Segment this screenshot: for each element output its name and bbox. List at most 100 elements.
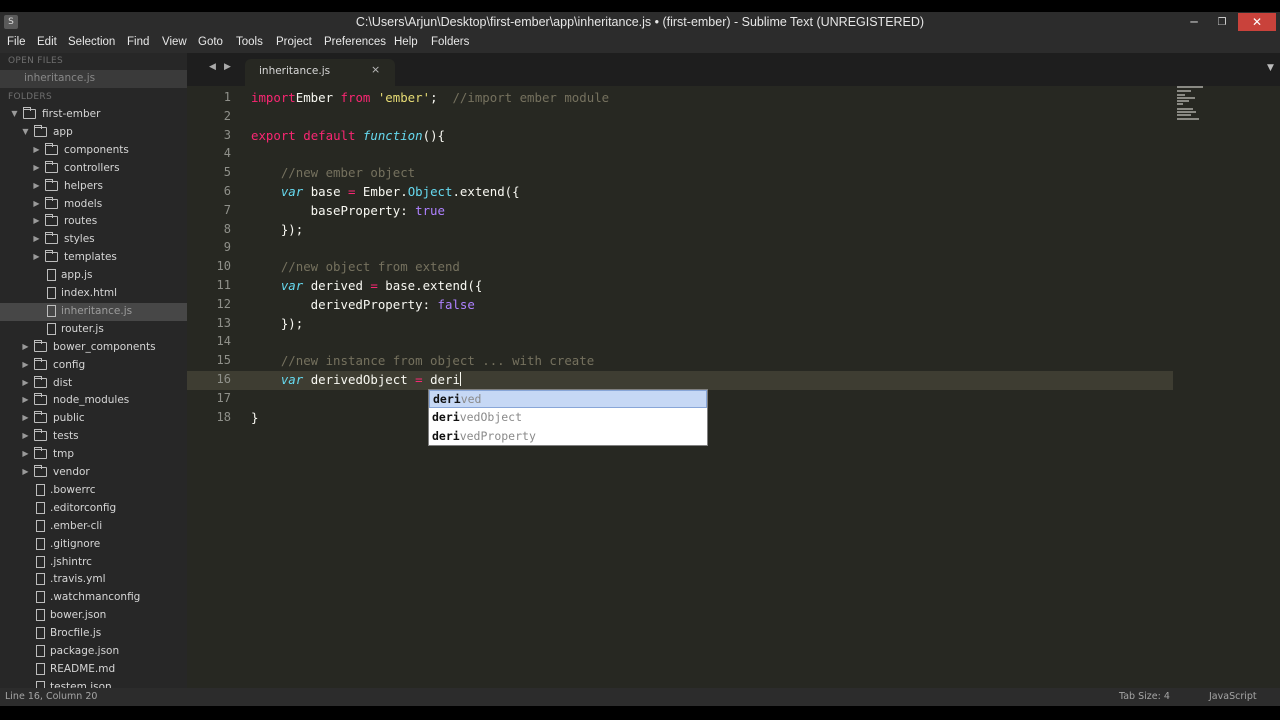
tree-item[interactable]: ▶ templates [0,249,187,267]
tree-item[interactable]: index.html [0,285,187,303]
tab-nav-left-icon[interactable]: ◀ [209,62,216,72]
tree-item[interactable]: ▶ components [0,142,187,160]
collapsed-arrow-icon[interactable]: ▶ [21,431,30,440]
collapsed-arrow-icon[interactable]: ▶ [32,199,41,208]
code-line[interactable]: 4 [187,145,1280,164]
tree-item[interactable]: ▶ routes [0,213,187,231]
tree-item[interactable]: inheritance.js [0,302,187,321]
code-area[interactable]: 1 importEmber from 'ember'; //import embe… [187,86,1280,688]
menu-project[interactable]: Project [276,36,312,48]
tree-item[interactable]: .jshintrc [0,554,187,572]
tree-item[interactable]: ▶ tmp [0,446,187,464]
code-line[interactable]: 3 export default function(){ [187,127,1280,146]
tree-item[interactable]: ▶ tests [0,428,187,446]
collapsed-arrow-icon[interactable]: ▶ [32,252,41,261]
tree-item[interactable]: ▶ public [0,410,187,428]
open-file-item[interactable]: inheritance.js [0,70,187,88]
menu-edit[interactable]: Edit [37,36,57,48]
tree-item[interactable]: Brocfile.js [0,625,187,643]
code-text: } [251,410,258,425]
menu-folders[interactable]: Folders [431,36,469,48]
expanded-arrow-icon[interactable]: ▼ [21,127,30,136]
code-line[interactable]: 2 [187,108,1280,127]
code-token: base [303,184,348,199]
code-line[interactable]: 12 derivedProperty: false [187,296,1280,315]
tree-item[interactable]: ▶ bower_components [0,339,187,357]
tree-item[interactable]: app.js [0,267,187,285]
code-line[interactable]: 5 //new ember object [187,164,1280,183]
expanded-arrow-icon[interactable]: ▼ [10,109,19,118]
tree-item[interactable]: ▼ app [0,124,187,142]
restore-button[interactable]: ❐ [1208,12,1236,33]
tree-item[interactable]: .travis.yml [0,571,187,589]
tree-item[interactable]: router.js [0,321,187,339]
tree-item[interactable]: .gitignore [0,536,187,554]
code-line[interactable]: 1 importEmber from 'ember'; //import embe… [187,89,1280,108]
code-line[interactable]: 14 [187,333,1280,352]
close-window-button[interactable]: ✕ [1238,13,1276,31]
tree-item-label: tests [53,430,79,443]
tab-close-icon[interactable]: × [371,63,380,76]
tree-item[interactable]: ▶ vendor [0,464,187,482]
tree-item[interactable]: package.json [0,643,187,661]
code-line[interactable]: 18} [187,409,1280,428]
menu-view[interactable]: View [162,36,187,48]
tree-item[interactable]: testem.json [0,679,187,688]
collapsed-arrow-icon[interactable]: ▶ [32,234,41,243]
code-line[interactable]: 16 var derivedObject = deri [187,371,1173,390]
tree-item[interactable]: .bowerrc [0,482,187,500]
code-line[interactable]: 17 [187,390,1280,409]
code-text: var derived = base.extend({ [251,278,482,293]
autocomplete-item[interactable]: derivedObject [429,409,707,427]
tree-item[interactable]: ▶ models [0,196,187,214]
code-line[interactable]: 13 }); [187,315,1280,334]
tree-item[interactable]: bower.json [0,607,187,625]
status-syntax[interactable]: JavaScript [1209,691,1257,702]
menu-goto[interactable]: Goto [198,36,223,48]
tab-nav-right-icon[interactable]: ▶ [224,62,231,72]
minimize-button[interactable]: ─ [1180,12,1208,33]
tree-item[interactable]: ▶ helpers [0,178,187,196]
collapsed-arrow-icon[interactable]: ▶ [21,378,30,387]
menu-find[interactable]: Find [127,36,149,48]
status-tab-size[interactable]: Tab Size: 4 [1119,691,1170,702]
menu-preferences[interactable]: Preferences [324,36,386,48]
code-line[interactable]: 15 //new instance from object ... with c… [187,352,1280,371]
tab-inheritance-js[interactable]: inheritance.js × [245,59,395,86]
tree-item[interactable]: .watchmanconfig [0,589,187,607]
autocomplete-item[interactable]: derived [429,390,707,408]
code-line[interactable]: 11 var derived = base.extend({ [187,277,1280,296]
menu-tools[interactable]: Tools [236,36,263,48]
tree-item[interactable]: .ember-cli [0,518,187,536]
collapsed-arrow-icon[interactable]: ▶ [32,216,41,225]
code-line[interactable]: 9 [187,239,1280,258]
collapsed-arrow-icon[interactable]: ▶ [32,163,41,172]
autocomplete-item[interactable]: derivedProperty [429,428,707,446]
tree-item[interactable]: .editorconfig [0,500,187,518]
collapsed-arrow-icon[interactable]: ▶ [32,145,41,154]
tree-item[interactable]: ▶ config [0,357,187,375]
tree-item[interactable]: ▶ node_modules [0,392,187,410]
tree-item[interactable]: README.md [0,661,187,679]
collapsed-arrow-icon[interactable]: ▶ [21,449,30,458]
minimap[interactable] [1173,86,1280,688]
tree-item[interactable]: ▶ dist [0,375,187,393]
tree-item[interactable]: ▶ styles [0,231,187,249]
tree-item[interactable]: ▼ first-ember [0,106,187,124]
menu-selection[interactable]: Selection [68,36,115,48]
collapsed-arrow-icon[interactable]: ▶ [21,467,30,476]
collapsed-arrow-icon[interactable]: ▶ [21,360,30,369]
code-line[interactable]: 10 //new object from extend [187,258,1280,277]
menu-help[interactable]: Help [394,36,418,48]
collapsed-arrow-icon[interactable]: ▶ [21,342,30,351]
tree-item[interactable]: ▶ controllers [0,160,187,178]
menu-file[interactable]: File [7,36,26,48]
code-line[interactable]: 7 baseProperty: true [187,202,1280,221]
collapsed-arrow-icon[interactable]: ▶ [21,413,30,422]
code-line[interactable]: 8 }); [187,221,1280,240]
collapsed-arrow-icon[interactable]: ▶ [32,181,41,190]
tab-menu-icon[interactable]: ▼ [1267,63,1274,73]
collapsed-arrow-icon[interactable]: ▶ [21,395,30,404]
code-line[interactable]: 6 var base = Ember.Object.extend({ [187,183,1280,202]
